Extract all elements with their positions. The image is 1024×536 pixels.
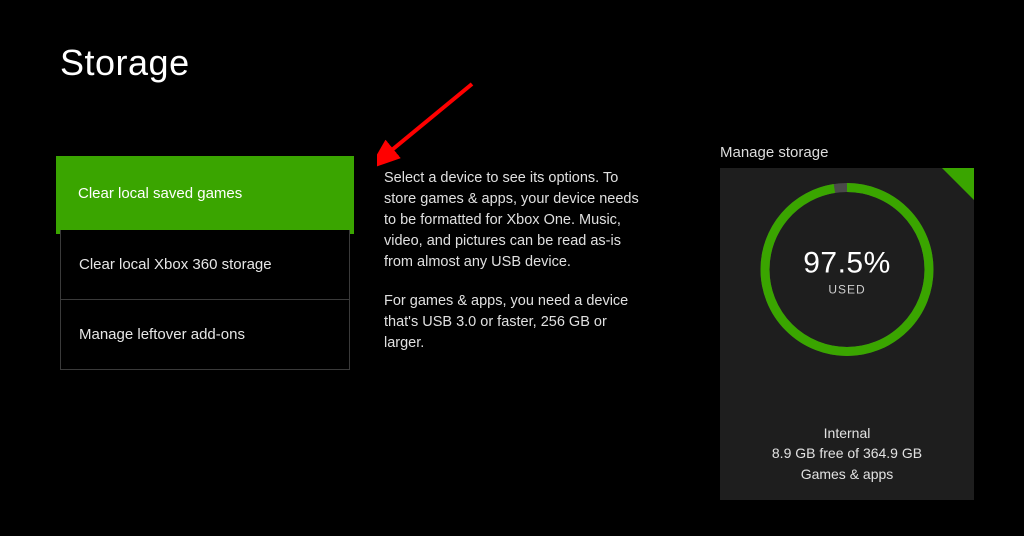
- usage-used-label: USED: [752, 283, 942, 297]
- clear-local-saved-games-button[interactable]: Clear local saved games: [56, 156, 354, 234]
- annotation-arrow-icon: [377, 76, 487, 176]
- storage-free-of-total: 8.9 GB free of 364.9 GB: [720, 443, 974, 463]
- manage-storage-label: Manage storage: [720, 144, 828, 161]
- menu-item-label: Clear local Xbox 360 storage: [79, 256, 272, 273]
- storage-settings-page: Storage Clear local saved games Clear lo…: [0, 0, 1024, 536]
- manage-leftover-addons-button[interactable]: Manage leftover add-ons: [60, 300, 350, 370]
- page-title: Storage: [60, 42, 190, 84]
- storage-device-card[interactable]: 97.5% USED Internal 8.9 GB free of 364.9…: [720, 168, 974, 500]
- usage-gauge: 97.5% USED: [752, 175, 942, 370]
- description-paragraph: For games & apps, you need a device that…: [384, 291, 644, 354]
- usage-percent: 97.5%: [752, 247, 942, 281]
- storage-category: Games & apps: [720, 464, 974, 484]
- storage-device-name: Internal: [720, 423, 974, 443]
- menu-item-label: Manage leftover add-ons: [79, 326, 245, 343]
- description-paragraph: Select a device to see its options. To s…: [384, 168, 644, 273]
- storage-description: Select a device to see its options. To s…: [384, 168, 644, 354]
- clear-local-xbox360-storage-button[interactable]: Clear local Xbox 360 storage: [60, 230, 350, 300]
- storage-action-menu: Clear local saved games Clear local Xbox…: [60, 160, 350, 370]
- selected-corner-icon: [942, 168, 974, 200]
- menu-item-label: Clear local saved games: [78, 185, 242, 202]
- storage-card-footer: Internal 8.9 GB free of 364.9 GB Games &…: [720, 423, 974, 484]
